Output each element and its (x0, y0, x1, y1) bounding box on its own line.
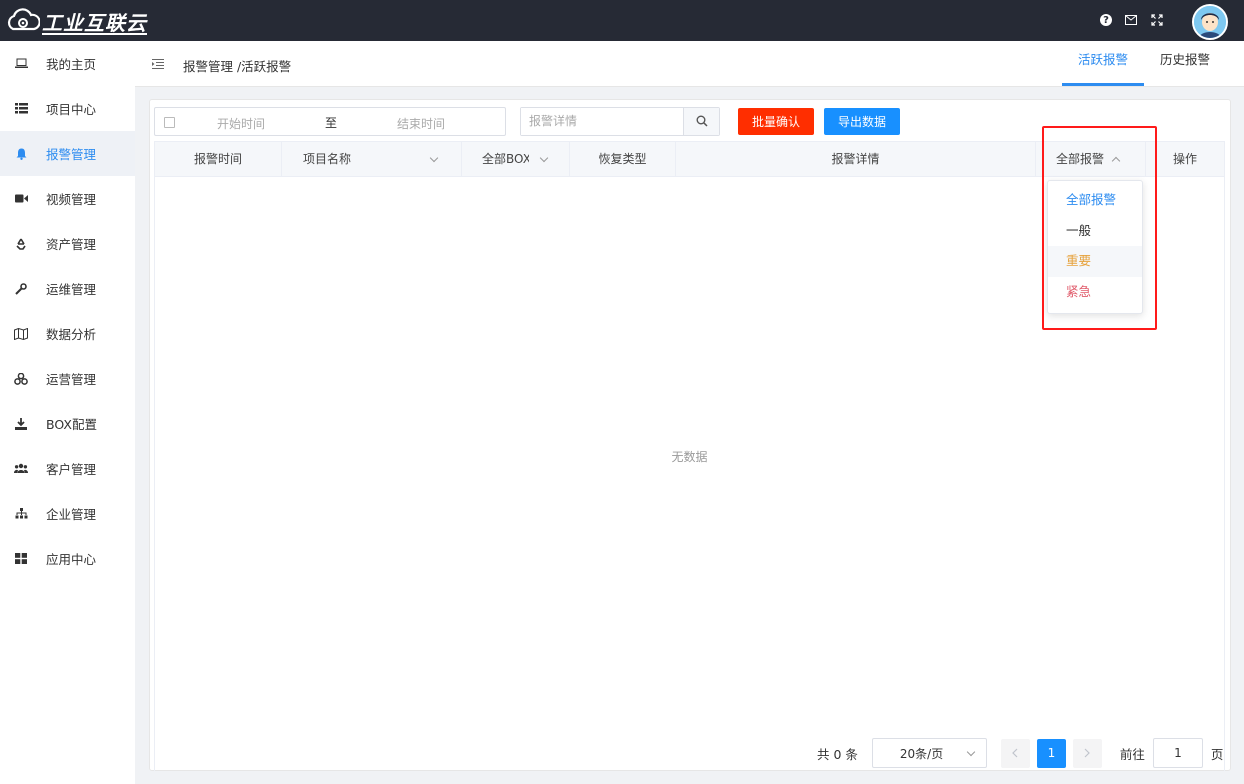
page-header: 报警管理 /活跃报警 活跃报警 历史报警 (135, 41, 1244, 87)
map-icon (14, 327, 28, 341)
column-alarm-time: 报警时间 (155, 142, 282, 176)
sidebar-item-label: 视频管理 (46, 192, 97, 207)
page-number-current[interactable]: 1 (1036, 738, 1066, 768)
users-icon (14, 462, 28, 476)
logo[interactable]: 工业互联云 (6, 6, 147, 36)
column-project-name[interactable]: 项目名称 (282, 142, 462, 176)
page-unit: 页 (1210, 746, 1224, 762)
column-alarm-level-filter[interactable]: 全部报警 (1036, 142, 1146, 176)
search-icon (696, 115, 708, 127)
chevron-down-icon (539, 153, 549, 163)
sidebar-item-label: 运维管理 (46, 282, 97, 297)
cloud-logo-icon (7, 8, 40, 31)
sidebar-item-label: 应用中心 (46, 552, 97, 567)
user-avatar-icon (1194, 6, 1226, 38)
export-data-button[interactable]: 导出数据 (824, 107, 900, 135)
sidebar-item-video[interactable]: 视频管理 (0, 176, 135, 221)
breadcrumb: 报警管理 /活跃报警 (183, 59, 292, 74)
sidebar-item-maintenance[interactable]: 运维管理 (0, 266, 135, 311)
tab-active-alarms[interactable]: 活跃报警 (1061, 41, 1144, 86)
sidebar-item-analytics[interactable]: 数据分析 (0, 311, 135, 356)
sidebar: 我的主页 项目中心 报警管理 视频管理 资产管理 运维管理 数据分析 运营管理 … (0, 41, 135, 784)
empty-state: 无数据 (671, 450, 708, 464)
sidebar-item-operations[interactable]: 运营管理 (0, 356, 135, 401)
tab-bar: 活跃报警 历史报警 (1061, 41, 1226, 86)
goto-label: 前往 (1119, 746, 1145, 762)
avatar[interactable] (1192, 4, 1228, 40)
list-icon (14, 102, 28, 116)
sidebar-item-customers[interactable]: 客户管理 (0, 446, 135, 491)
sidebar-item-label: 我的主页 (46, 57, 97, 72)
sidebar-item-box-config[interactable]: BOX配置 (0, 401, 135, 446)
sidebar-item-label: 客户管理 (46, 462, 97, 477)
dropdown-option-all[interactable]: 全部报警 (1048, 185, 1142, 216)
mail-icon[interactable] (1124, 13, 1138, 27)
search-input[interactable] (521, 107, 684, 135)
recycle-icon (14, 237, 28, 251)
sidebar-item-label: 报警管理 (46, 147, 97, 162)
total-count: 共 0 条 (817, 746, 858, 762)
sitemap-icon (14, 507, 28, 521)
sidebar-item-label: 资产管理 (46, 237, 97, 252)
chevron-down-icon (966, 747, 976, 757)
range-separator: 至 (325, 115, 338, 130)
sidebar-item-label: 运营管理 (46, 372, 97, 387)
page-size-select[interactable]: 20条/页 (871, 738, 987, 768)
start-time-placeholder[interactable]: 开始时间 (217, 115, 265, 132)
wrench-icon (14, 282, 28, 296)
cubes-icon (14, 372, 28, 386)
toolbar: 开始时间 至 结束时间 批量确认 导出数据 (154, 106, 900, 136)
brand-name: 工业互联云 (42, 10, 147, 35)
sidebar-item-label: 项目中心 (46, 102, 97, 117)
video-camera-icon (14, 192, 28, 206)
top-bar: 工业互联云 ? (0, 0, 1244, 41)
sidebar-item-home[interactable]: 我的主页 (0, 41, 135, 86)
chevron-down-icon (429, 153, 439, 163)
sidebar-item-projects[interactable]: 项目中心 (0, 86, 135, 131)
column-recovery-type: 恢复类型 (570, 142, 676, 176)
dropdown-option-normal[interactable]: 一般 (1048, 216, 1142, 247)
sidebar-item-label: BOX配置 (46, 417, 97, 432)
end-time-placeholder[interactable]: 结束时间 (397, 115, 445, 132)
prev-page-button[interactable] (1000, 738, 1030, 768)
date-range-picker[interactable]: 开始时间 至 结束时间 (154, 106, 506, 136)
menu-collapse-icon[interactable] (152, 58, 164, 70)
alarm-level-dropdown: 全部报警 一般 重要 紧急 (1047, 180, 1143, 314)
search-button[interactable] (683, 107, 719, 135)
sidebar-item-alarms[interactable]: 报警管理 (0, 131, 135, 176)
dropdown-option-important[interactable]: 重要 (1048, 246, 1142, 277)
pagination: 共 0 条 20条/页 1 前往 页 (817, 738, 1223, 768)
batch-confirm-button[interactable]: 批量确认 (738, 107, 814, 135)
chevron-right-icon (1084, 748, 1091, 758)
column-box-filter[interactable]: 全部BOX (462, 142, 570, 176)
goto-page-input[interactable] (1152, 738, 1203, 768)
fullscreen-icon[interactable] (1150, 13, 1164, 27)
grid-icon (14, 552, 28, 566)
download-icon (14, 417, 28, 431)
sidebar-item-label: 数据分析 (46, 327, 97, 342)
bell-icon (14, 147, 28, 161)
column-alarm-detail: 报警详情 (676, 142, 1036, 176)
sidebar-item-label: 企业管理 (46, 507, 97, 522)
dropdown-option-urgent[interactable]: 紧急 (1048, 277, 1142, 308)
laptop-icon (14, 57, 28, 71)
tab-history-alarms[interactable]: 历史报警 (1144, 41, 1226, 86)
sidebar-item-assets[interactable]: 资产管理 (0, 221, 135, 266)
column-actions: 操作 (1172, 152, 1197, 166)
chevron-left-icon (1012, 748, 1018, 758)
table-header: 报警时间 项目名称 全部BOX 恢复类型 报警详情 全部报警 操作 (155, 142, 1224, 177)
calendar-icon (164, 116, 175, 128)
search-box (520, 106, 720, 136)
chevron-up-icon (1111, 156, 1121, 166)
help-icon[interactable]: ? (1100, 14, 1112, 26)
sidebar-item-enterprise[interactable]: 企业管理 (0, 491, 135, 536)
next-page-button[interactable] (1072, 738, 1102, 768)
sidebar-item-apps[interactable]: 应用中心 (0, 536, 135, 581)
